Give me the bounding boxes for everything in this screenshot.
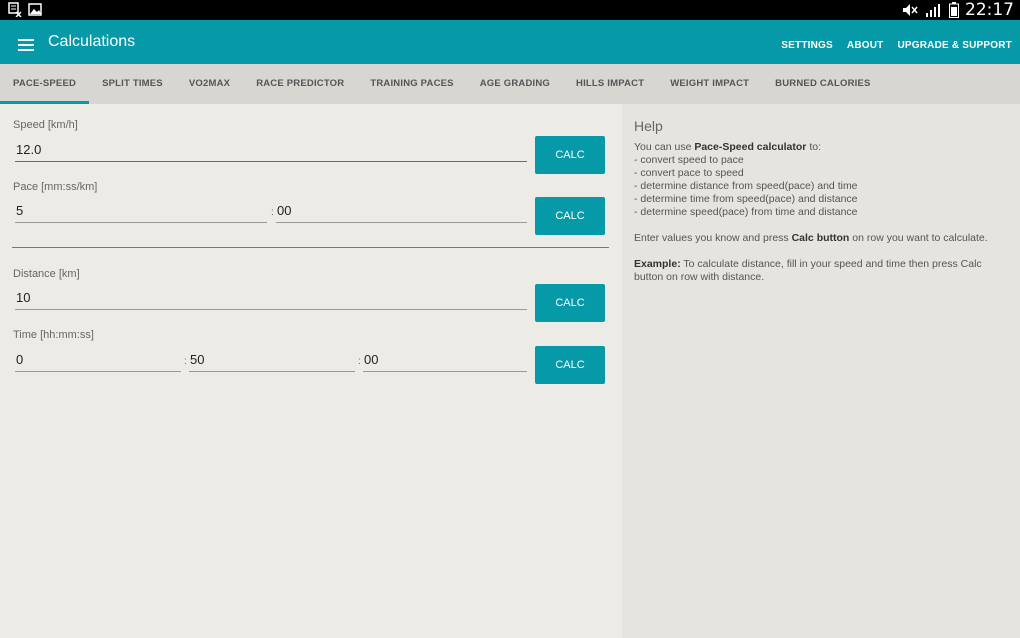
tab-bar: PACE-SPEED SPLIT TIMES VO2MAX RACE PREDI… [0,64,1020,104]
clock: 22:17 [965,0,1014,20]
help-enter-text: Enter values you know and press [634,232,792,244]
time-separator-1: : [184,356,187,367]
help-intro-text: You can use [634,141,695,153]
image-notification-icon [28,3,42,16]
help-title: Help [634,118,663,134]
tab-race-predictor[interactable]: RACE PREDICTOR [243,64,357,104]
help-item: - determine distance from speed(pace) an… [634,180,858,192]
help-item: - convert pace to speed [634,167,744,179]
signal-icon [926,4,940,17]
speed-input[interactable]: 12.0 [15,140,527,162]
section-divider [12,247,609,248]
tab-pace-speed[interactable]: PACE-SPEED [0,64,90,104]
calc-distance-button[interactable]: CALC [535,284,605,322]
help-intro-suffix: to: [806,141,821,153]
calculator-form: Speed [km/h] 12.0 CALC Pace [mm:ss/km] 5… [0,104,620,638]
time-seconds-input[interactable]: 00 [363,350,527,372]
tab-hills-impact[interactable]: HILLS IMPACT [563,64,657,104]
time-separator-2: : [358,356,361,367]
battery-icon [949,2,959,18]
help-example-text: To calculate distance, fill in your spee… [634,258,982,283]
app-bar: Calculations SETTINGS ABOUT UPGRADE & SU… [0,20,1020,64]
speed-label: Speed [km/h] [13,119,78,131]
help-intro-bold: Pace-Speed calculator [694,141,807,153]
mute-icon [903,4,918,16]
help-enter: Enter values you know and press Calc but… [634,232,1008,245]
distance-input[interactable]: 10 [15,288,527,310]
settings-button[interactable]: SETTINGS [781,40,833,51]
tab-vo2max[interactable]: VO2MAX [176,64,243,104]
help-item: - determine time from speed(pace) and di… [634,193,858,205]
pace-seconds-input[interactable]: 00 [276,201,527,223]
help-intro: You can use Pace-Speed calculator to: - … [634,141,1008,219]
hamburger-menu-icon[interactable] [18,39,34,51]
help-enter-suffix: on row you want to calculate. [849,232,988,244]
page-title: Calculations [48,33,136,50]
pace-minutes-input[interactable]: 5 [15,201,267,223]
time-label: Time [hh:mm:ss] [13,329,94,341]
help-panel: Help You can use Pace-Speed calculator t… [622,104,1020,638]
tab-split-times[interactable]: SPLIT TIMES [89,64,176,104]
help-item: - determine speed(pace) from time and di… [634,206,858,218]
distance-label: Distance [km] [13,268,80,280]
upgrade-support-button[interactable]: UPGRADE & SUPPORT [897,40,1012,51]
time-hours-input[interactable]: 0 [15,350,181,372]
tab-burned-calories[interactable]: BURNED CALORIES [762,64,883,104]
calc-time-button[interactable]: CALC [535,346,605,384]
help-example: Example: To calculate distance, fill in … [634,258,1008,284]
tab-age-grading[interactable]: AGE GRADING [467,64,563,104]
calc-speed-button[interactable]: CALC [535,136,605,174]
status-bar: 22:17 [0,0,1020,20]
about-button[interactable]: ABOUT [847,40,884,51]
action-menu: SETTINGS ABOUT UPGRADE & SUPPORT [781,40,1012,51]
tab-weight-impact[interactable]: WEIGHT IMPACT [657,64,762,104]
help-example-bold: Example: [634,258,681,270]
notes-notification-icon [8,2,22,17]
pace-label: Pace [mm:ss/km] [13,181,98,193]
time-minutes-input[interactable]: 50 [189,350,355,372]
tab-training-paces[interactable]: TRAINING PACES [357,64,466,104]
help-item: - convert speed to pace [634,154,744,166]
pace-separator: : [271,207,274,218]
help-enter-bold: Calc button [791,232,850,244]
calc-pace-button[interactable]: CALC [535,197,605,235]
